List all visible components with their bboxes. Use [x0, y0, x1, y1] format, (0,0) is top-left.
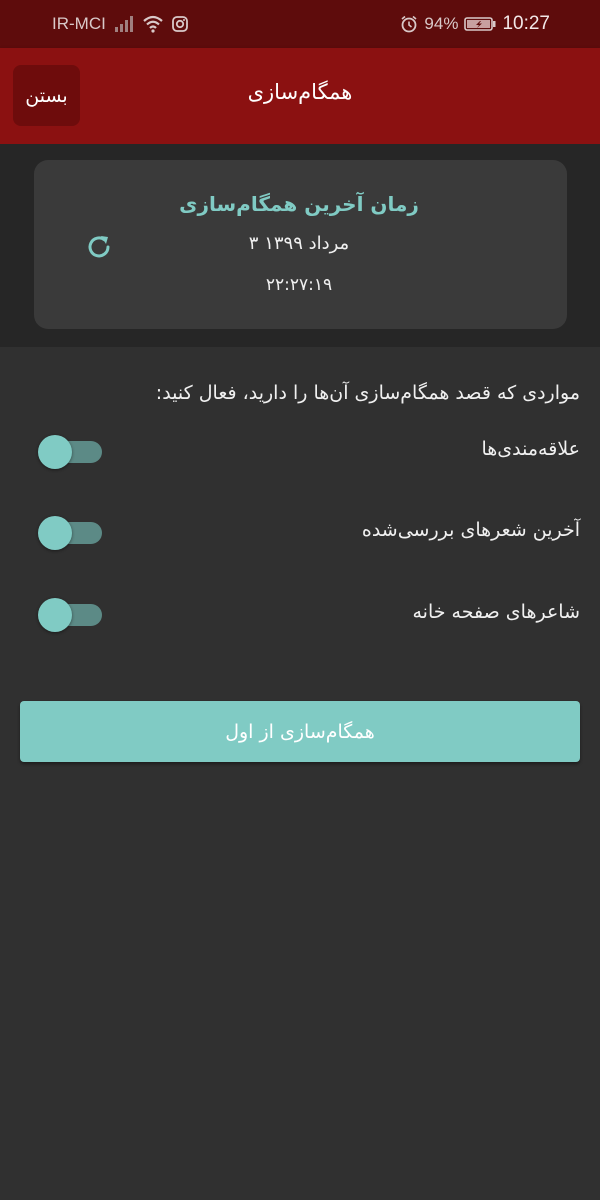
- battery-icon: [464, 16, 496, 32]
- status-bar: IR-MCI 94% 10:27: [0, 0, 600, 48]
- resync-from-start-button[interactable]: همگام‌سازی از اول: [20, 701, 580, 762]
- option-label: علاقه‌مندی‌ها: [481, 438, 580, 460]
- instagram-icon: [171, 16, 188, 32]
- option-label: آخرین شعرهای بررسی‌شده: [361, 519, 580, 541]
- close-button[interactable]: بستن: [13, 65, 80, 126]
- instruction-text: مواردی که قصد همگام‌سازی آن‌ها را دارید،…: [155, 382, 580, 404]
- carrier-name: IR-MCI: [52, 14, 106, 33]
- last-sync-panel: زمان آخرین همگام‌سازی ۳ مرداد ۱۳۹۹ ۲۲:۲۷…: [0, 144, 600, 347]
- last-sync-date: ۳ مرداد ۱۳۹۹: [248, 233, 350, 254]
- option-recent-poems: آخرین شعرهای بررسی‌شده: [0, 509, 600, 559]
- status-time: 10:27: [502, 13, 550, 34]
- signal-icon: [114, 16, 134, 32]
- toggle-thumb: [38, 435, 72, 469]
- toggle-thumb: [38, 516, 72, 550]
- status-left: IR-MCI: [52, 14, 188, 34]
- recent-poems-toggle[interactable]: [38, 514, 106, 552]
- last-sync-card: زمان آخرین همگام‌سازی ۳ مرداد ۱۳۹۹ ۲۲:۲۷…: [34, 160, 567, 329]
- last-sync-time: ۲۲:۲۷:۱۹: [265, 275, 333, 295]
- app-bar: بستن همگام‌سازی: [0, 48, 600, 144]
- option-favorites: علاقه‌مندی‌ها: [0, 428, 600, 478]
- last-sync-title: زمان آخرین همگام‌سازی: [179, 192, 419, 216]
- refresh-icon[interactable]: [84, 232, 114, 262]
- wifi-icon: [142, 15, 164, 33]
- status-right: 94% 10:27: [400, 13, 550, 35]
- favorites-toggle[interactable]: [38, 433, 106, 471]
- option-home-poets: شاعرهای صفحه خانه: [0, 591, 600, 641]
- page-title: همگام‌سازی: [247, 80, 353, 104]
- alarm-icon: [400, 15, 418, 33]
- toggle-thumb: [38, 598, 72, 632]
- home-poets-toggle[interactable]: [38, 596, 106, 634]
- option-label: شاعرهای صفحه خانه: [412, 601, 581, 623]
- battery-percent: 94%: [424, 14, 459, 33]
